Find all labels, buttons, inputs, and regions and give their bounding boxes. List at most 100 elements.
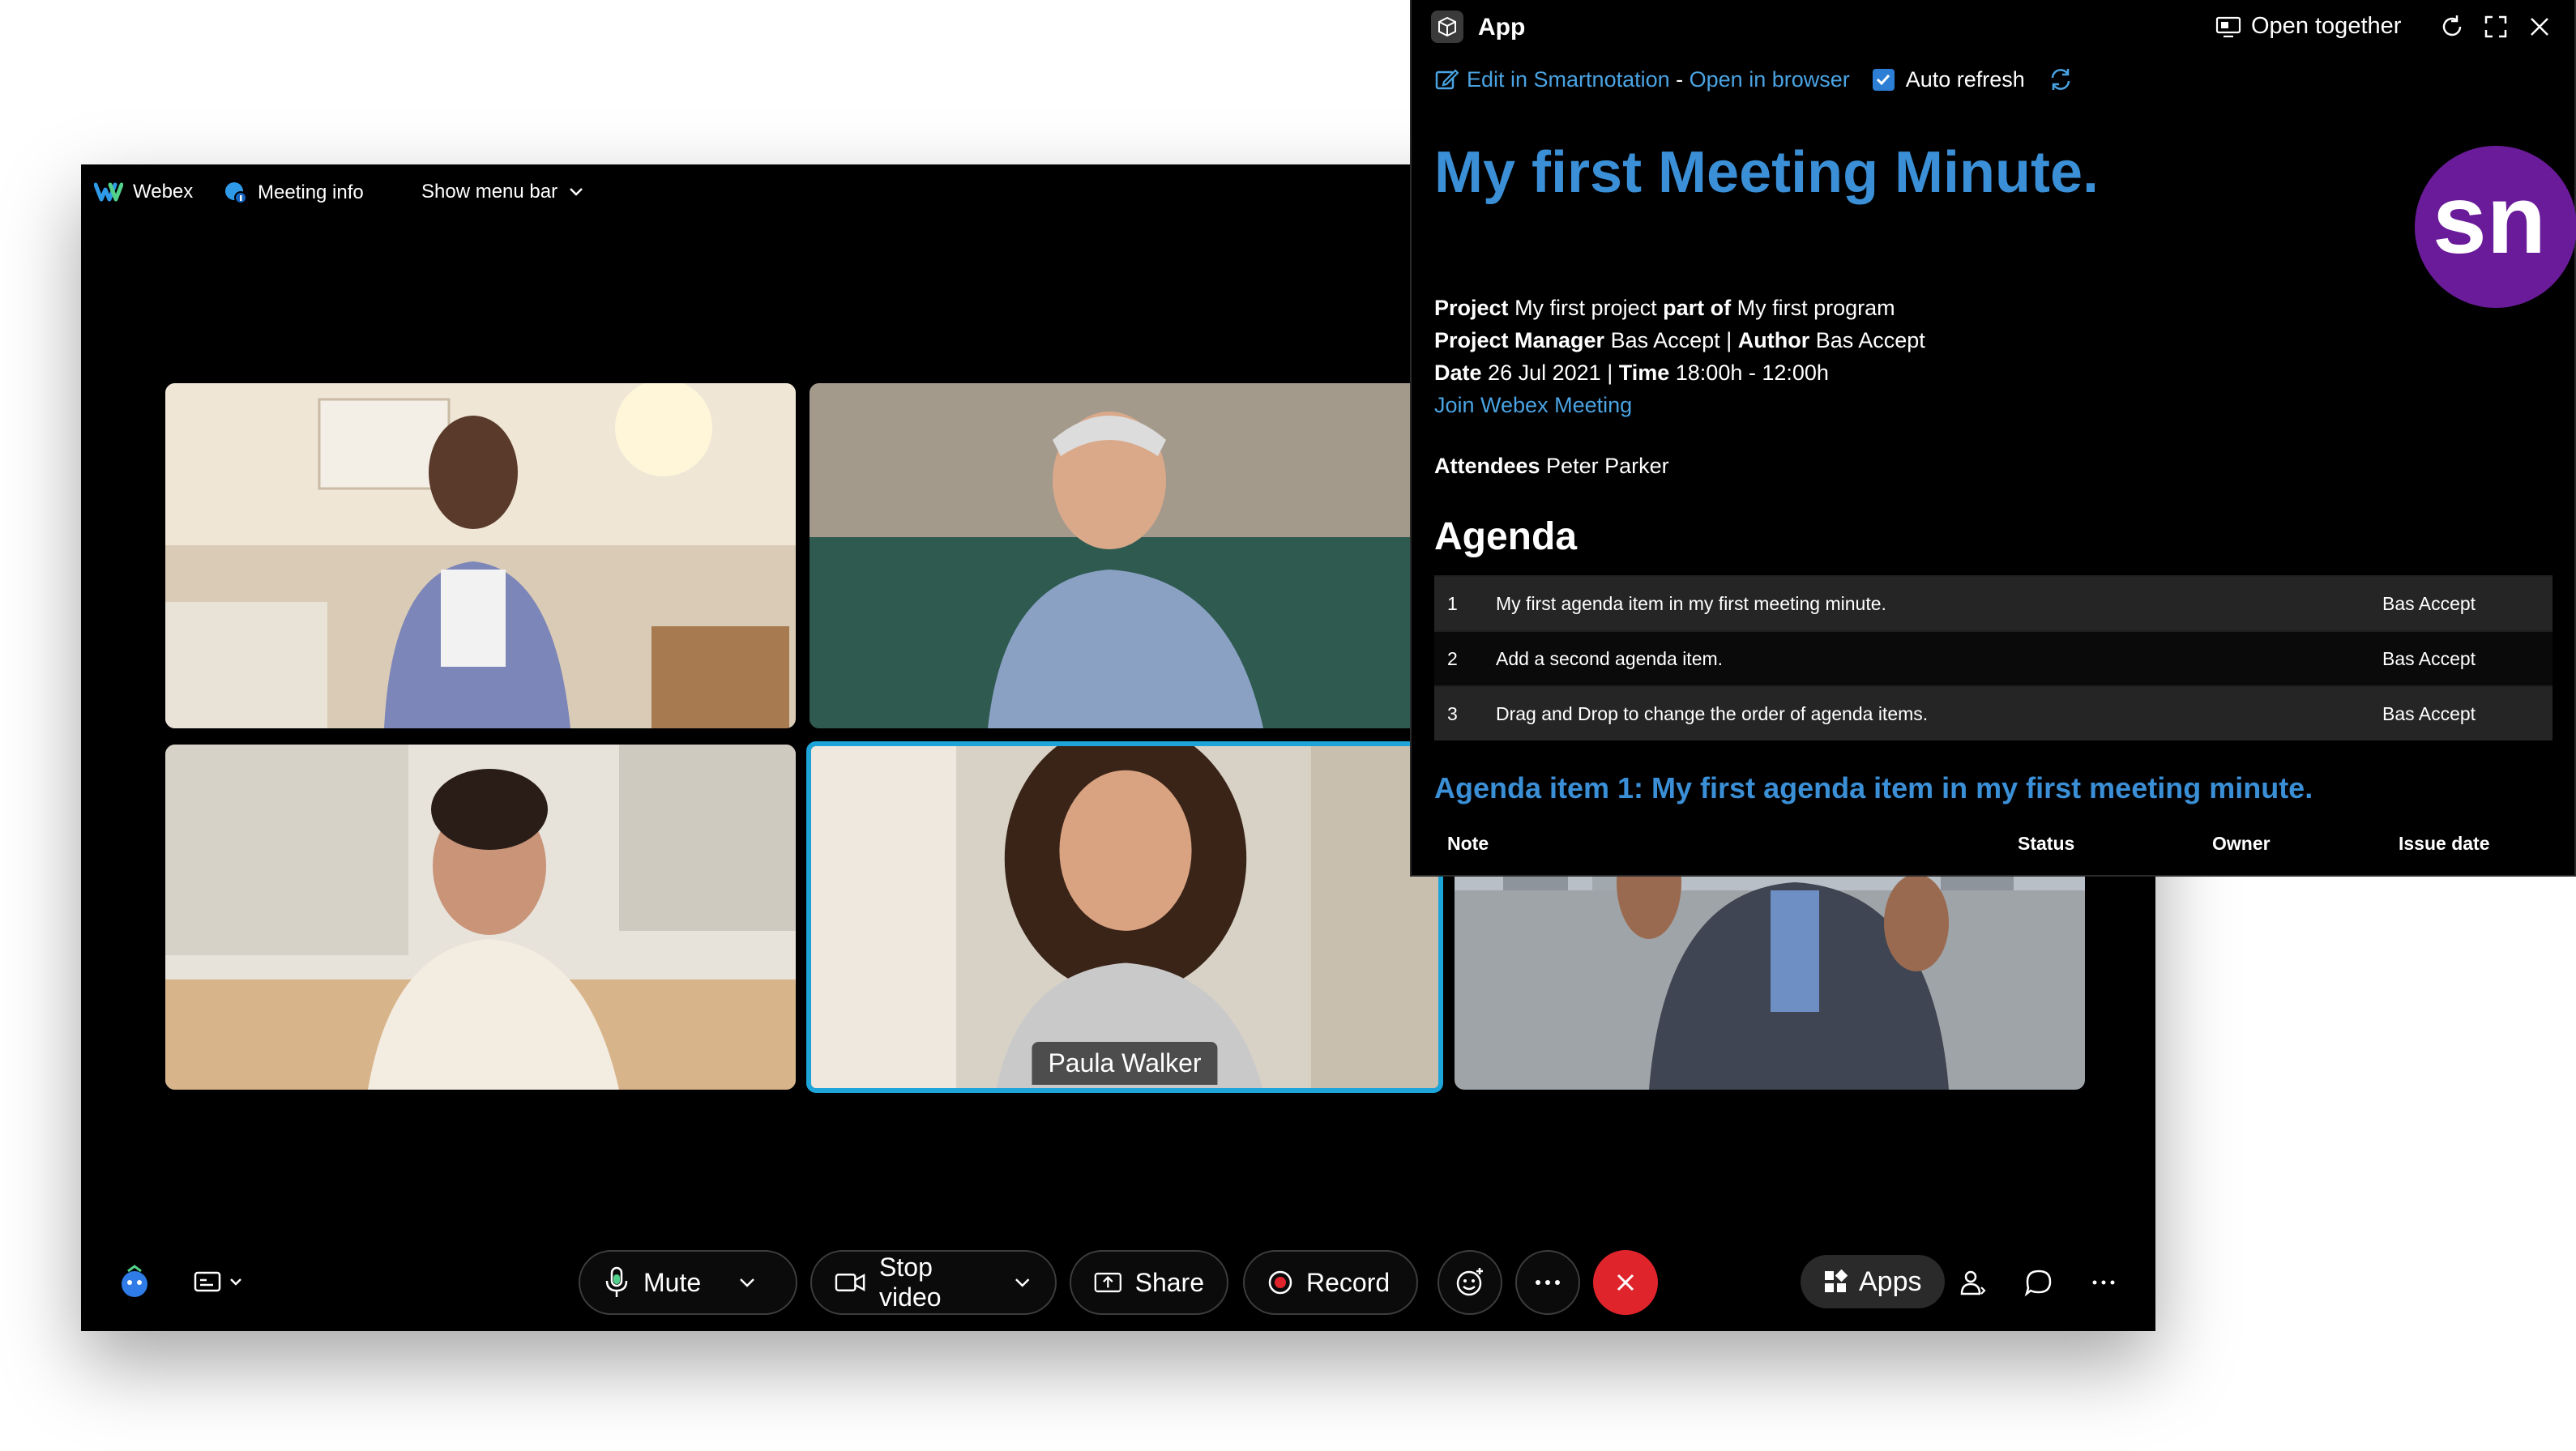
agenda-heading: Agenda: [1434, 515, 1578, 558]
edit-in-smartnotation-link[interactable]: Edit in Smartnotation: [1467, 67, 1670, 92]
video-tile-3[interactable]: [165, 745, 796, 1090]
agenda-row[interactable]: 3 Drag and Drop to change the order of a…: [1434, 685, 2553, 740]
author-value: Bas Accept: [1815, 328, 1925, 352]
agenda-text: Drag and Drop to change the order of age…: [1496, 702, 1929, 724]
participant-name-tag: Paula Walker: [1032, 1042, 1218, 1085]
agenda-number: 3: [1447, 702, 1458, 724]
participants-button[interactable]: [1953, 1261, 1995, 1304]
chat-button[interactable]: [2018, 1261, 2060, 1304]
toolbar-separator: -: [1669, 66, 1690, 92]
video-tile-1[interactable]: [165, 383, 796, 728]
agenda-owner: Bas Accept: [2382, 702, 2476, 724]
chevron-down-icon: [570, 188, 583, 196]
agenda-row[interactable]: 2 Add a second agenda item. Bas Accept: [1434, 630, 2553, 685]
meeting-details: Project My first project part of My firs…: [1434, 292, 1925, 421]
record-button[interactable]: Record: [1243, 1250, 1418, 1315]
attendees-value: Peter Parker: [1546, 454, 1669, 478]
video-tile-active-speaker[interactable]: Paula Walker: [806, 741, 1443, 1093]
close-icon: [1617, 1274, 1634, 1291]
participant-video-image: [810, 383, 1440, 728]
meeting-info-label: Meeting info: [258, 181, 364, 203]
agenda-text: My first agenda item in my first meeting…: [1496, 592, 1886, 614]
smartnotation-app-panel: App Open together Edit in Smartnotation …: [1410, 0, 2576, 877]
chat-bubble-icon: [2024, 1270, 2052, 1297]
chevron-down-icon[interactable]: [737, 1272, 758, 1293]
ellipsis-icon: [2092, 1280, 2115, 1285]
share-icon: [1094, 1272, 1121, 1293]
video-tile-2[interactable]: [810, 383, 1440, 728]
panel-title-bar: App Open together: [1412, 0, 2574, 53]
record-label: Record: [1306, 1267, 1391, 1297]
meeting-control-bar: Mute Stop video Share Record Apps: [81, 1250, 2155, 1315]
ellipsis-icon: [1536, 1280, 1560, 1285]
project-line: Project My first project part of My firs…: [1434, 292, 1925, 324]
apps-label: Apps: [1859, 1265, 1922, 1297]
date-value: 26 Jul 2021: [1488, 361, 1601, 385]
notes-table-header: Note Status Owner Issue date: [1434, 833, 2553, 860]
agenda-owner: Bas Accept: [2382, 592, 2476, 614]
open-together-button[interactable]: Open together: [2215, 13, 2401, 40]
record-icon: [1268, 1270, 1292, 1295]
mute-button[interactable]: Mute: [579, 1250, 797, 1315]
edit-icon: [1435, 69, 1459, 90]
end-call-button[interactable]: [1593, 1250, 1658, 1315]
project-value: My first project: [1514, 296, 1657, 320]
agenda-number: 2: [1447, 647, 1458, 669]
open-in-browser-link[interactable]: Open in browser: [1690, 67, 1850, 92]
screen-share-icon: [2215, 16, 2241, 37]
show-menu-bar-button[interactable]: Show menu bar: [421, 181, 585, 203]
join-webex-meeting-link[interactable]: Join Webex Meeting: [1434, 389, 1925, 421]
check-icon: [1877, 74, 1890, 86]
smartnotation-logo: sn: [2415, 146, 2576, 308]
attendees-label: Attendees: [1434, 454, 1540, 478]
divider: |: [1726, 328, 1732, 352]
agenda-owner: Bas Accept: [2382, 647, 2476, 669]
chevron-down-icon[interactable]: [1012, 1272, 1032, 1293]
meeting-minute-title: My first Meeting Minute.: [1434, 140, 2100, 205]
agenda-number: 1: [1447, 592, 1458, 614]
logo-text: sn: [2433, 165, 2546, 274]
auto-refresh-label: Auto refresh: [1905, 66, 2025, 92]
date-label: Date: [1434, 361, 1482, 385]
note-column-header: Note: [1447, 833, 1489, 854]
agenda-row[interactable]: 1 My first agenda item in my first meeti…: [1434, 575, 2553, 630]
owner-column-header: Owner: [2212, 833, 2271, 854]
panel-app-title: App: [1478, 14, 1526, 41]
auto-refresh-checkbox[interactable]: [1872, 68, 1895, 91]
agenda-table: 1 My first agenda item in my first meeti…: [1434, 575, 2553, 740]
reactions-button[interactable]: [1438, 1250, 1502, 1315]
sync-icon[interactable]: [2048, 66, 2074, 92]
more-menu-button[interactable]: [2083, 1261, 2125, 1304]
issue-date-column-header: Issue date: [2399, 833, 2490, 854]
captions-icon: [194, 1271, 241, 1292]
pop-out-icon[interactable]: [2483, 14, 2509, 40]
agenda-text: Add a second agenda item.: [1496, 647, 1724, 669]
meeting-info-icon: [225, 182, 247, 204]
open-together-label: Open together: [2251, 13, 2402, 39]
refresh-icon[interactable]: [2439, 14, 2465, 40]
meeting-info-button[interactable]: Meeting info: [224, 181, 364, 205]
app-cube-icon: [1431, 11, 1463, 43]
reactions-icon: [1456, 1268, 1483, 1296]
attendees-line: Attendees Peter Parker: [1434, 454, 1669, 479]
stop-video-button[interactable]: Stop video: [810, 1250, 1057, 1315]
webex-brand[interactable]: Webex: [94, 181, 193, 203]
project-label: Project: [1434, 296, 1509, 320]
project-manager-label: Project Manager: [1434, 328, 1605, 352]
program-value: My first program: [1737, 296, 1895, 320]
webex-assistant-button[interactable]: [113, 1261, 156, 1304]
part-of-label: part of: [1663, 296, 1732, 320]
agenda-item-heading: Agenda item 1: My first agenda item in m…: [1434, 771, 2313, 804]
manager-line: Project Manager Bas Accept | Author Bas …: [1434, 324, 1925, 356]
share-button[interactable]: Share: [1070, 1250, 1228, 1315]
time-value: 18:00h - 12:00h: [1675, 361, 1829, 385]
apps-button[interactable]: Apps: [1801, 1255, 1945, 1308]
panel-toolbar: Edit in Smartnotation - Open in browser …: [1434, 66, 2074, 92]
project-manager-value: Bas Accept: [1610, 328, 1720, 352]
more-options-button[interactable]: [1515, 1250, 1580, 1315]
participant-video-image: [165, 745, 796, 1090]
time-label: Time: [1618, 361, 1670, 385]
captions-button[interactable]: [188, 1261, 253, 1304]
close-icon[interactable]: [2527, 14, 2553, 40]
mute-label: Mute: [643, 1267, 702, 1297]
